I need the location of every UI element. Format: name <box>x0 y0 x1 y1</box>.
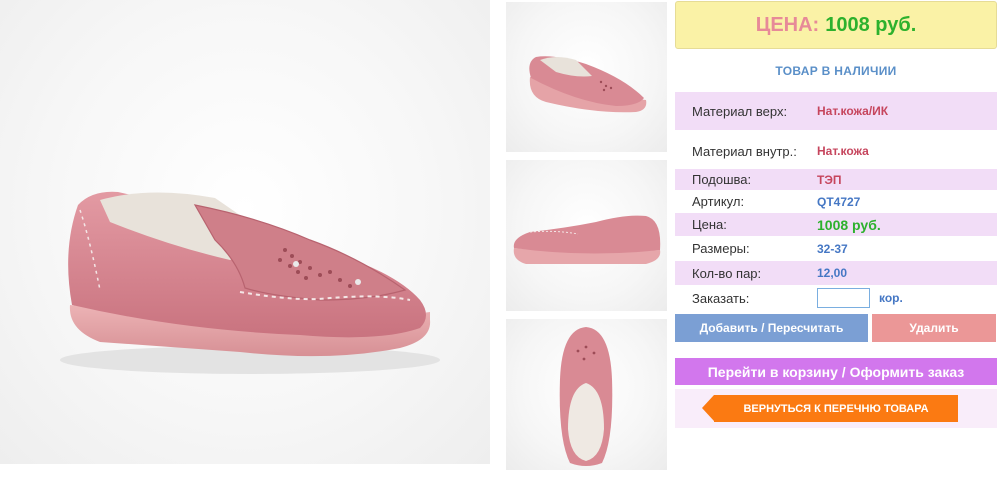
thumbnail-side-view[interactable] <box>506 160 667 311</box>
spec-row-upper-material: Материал верх: Нат.кожа/ИК <box>675 92 997 130</box>
spec-value: 12,00 <box>817 266 848 280</box>
spec-value: Нат.кожа/ИК <box>817 104 889 118</box>
main-product-photo <box>0 0 490 464</box>
spec-row-inner-material: Материал внутр.: Нат.кожа <box>675 134 997 168</box>
order-label: Заказать: <box>692 290 750 306</box>
spec-row-price: Цена: 1008 руб. <box>675 213 997 236</box>
spec-label: Материал верх: <box>692 103 788 119</box>
order-row: Заказать: кор. <box>675 286 997 310</box>
spec-label: Цена: <box>692 217 727 232</box>
spec-value: 32-37 <box>817 241 848 256</box>
order-quantity-input[interactable] <box>817 288 870 308</box>
spec-label: Артикул: <box>692 194 745 209</box>
spec-label: Подошва: <box>692 172 752 187</box>
spec-row-sizes: Размеры: 32-37 <box>675 237 997 260</box>
go-to-cart-button[interactable]: Перейти в корзину / Оформить заказ <box>675 358 997 385</box>
spec-label: Материал внутр.: <box>692 143 797 159</box>
back-button-area: ВЕРНУТЬСЯ К ПЕРЕЧНЮ ТОВАРА <box>675 389 997 428</box>
thumbnail-top-view[interactable] <box>506 2 667 152</box>
thumbnail-bottom-view[interactable] <box>506 319 667 470</box>
spec-value: 1008 руб. <box>817 216 881 233</box>
spec-row-article: Артикул: QT4727 <box>675 191 997 212</box>
spec-row-sole: Подошва: ТЭП <box>675 169 997 190</box>
spec-value: QT4727 <box>817 194 861 209</box>
price-value: 1008 руб. <box>825 13 917 36</box>
spec-label: Кол-во пар: <box>692 265 762 281</box>
price-banner: ЦЕНА: 1008 руб. <box>675 1 997 49</box>
add-recalculate-button[interactable]: Добавить / Пересчитать <box>675 314 868 342</box>
spec-label: Размеры: <box>692 241 750 256</box>
spec-value: ТЭП <box>817 172 842 187</box>
product-info-panel: ЦЕНА: 1008 руб. ТОВАР В НАЛИЧИИ Материал… <box>675 0 997 491</box>
back-to-list-button[interactable]: ВЕРНУТЬСЯ К ПЕРЕЧНЮ ТОВАРА <box>702 395 958 422</box>
order-unit: кор. <box>879 291 903 305</box>
price-label: ЦЕНА: <box>755 13 820 36</box>
delete-button[interactable]: Удалить <box>872 314 996 342</box>
spec-row-pairs: Кол-во пар: 12,00 <box>675 261 997 285</box>
spec-value: Нат.кожа <box>817 144 869 158</box>
stock-status: ТОВАР В НАЛИЧИИ <box>775 64 897 78</box>
